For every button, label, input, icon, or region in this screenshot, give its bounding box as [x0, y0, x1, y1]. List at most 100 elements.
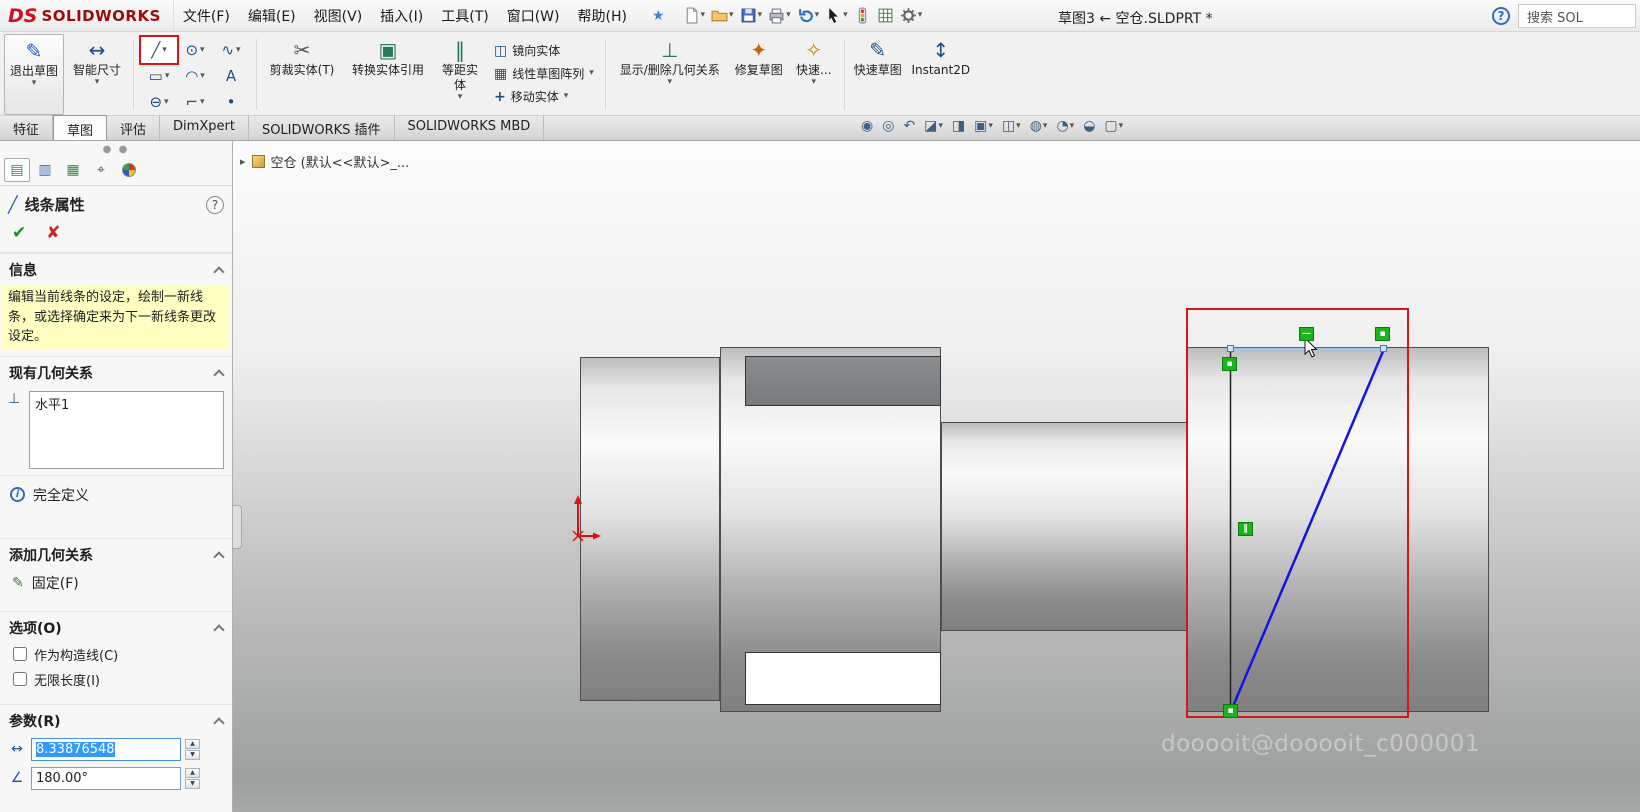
- 3d-drawing-view-icon[interactable]: ◨: [949, 117, 968, 135]
- existing-relations-header[interactable]: 现有几何关系: [0, 356, 232, 387]
- hide-show-items-icon[interactable]: ◍▾: [1027, 117, 1051, 135]
- property-manager-tab[interactable]: ▤: [4, 158, 30, 182]
- zoom-fit-icon[interactable]: ◉: [858, 117, 876, 135]
- tab-solidworks-mbd[interactable]: SOLIDWORKS MBD: [395, 115, 545, 140]
- search-input[interactable]: 搜索 SOL: [1518, 4, 1636, 28]
- configuration-manager-tab[interactable]: ▥: [32, 158, 58, 182]
- parameters-header[interactable]: 参数(R): [0, 704, 232, 735]
- relation-badge-fixed[interactable]: ▪: [1375, 327, 1390, 341]
- tab-dimxpert[interactable]: DimXpert: [160, 115, 249, 140]
- ok-button[interactable]: ✔: [12, 223, 26, 243]
- move-entities-button[interactable]: + 移动实体 ▾: [494, 88, 594, 105]
- linear-pattern-label: 线性草图阵列: [512, 65, 584, 82]
- relation-item-horizontal1[interactable]: 水平1: [31, 393, 222, 414]
- menu-insert[interactable]: 插入(I): [371, 6, 432, 26]
- tree-expand-icon[interactable]: ▸: [240, 155, 246, 168]
- options-button[interactable]: ▾: [900, 7, 923, 24]
- panel-splitter-grabber[interactable]: [233, 505, 242, 549]
- spin-down-button[interactable]: ▼: [185, 750, 200, 760]
- open-document-button[interactable]: ▾: [711, 7, 734, 24]
- infinite-length-checkbox[interactable]: [13, 672, 27, 686]
- tab-sketch[interactable]: 草图: [53, 115, 107, 140]
- point-tool[interactable]: •: [213, 89, 249, 115]
- view-settings-icon[interactable]: ▢▾: [1101, 117, 1126, 135]
- help-icon[interactable]: ?: [1492, 7, 1510, 25]
- sketch-endpoint[interactable]: [1380, 345, 1387, 352]
- trim-entities-button[interactable]: ✂ 剪裁实体(T): [262, 34, 342, 115]
- rapid-sketch-button[interactable]: ✎ 快速草图: [850, 34, 906, 115]
- infinite-length-label: 无限长度(I): [34, 670, 100, 689]
- view-orientation-icon[interactable]: ▣▾: [971, 117, 996, 135]
- model-cut-face[interactable]: [745, 356, 941, 406]
- panel-resize-handle[interactable]: ● ●: [0, 141, 232, 157]
- display-delete-relations-button[interactable]: ⊥ 显示/删除几何关系 ▾: [611, 34, 729, 115]
- menu-file[interactable]: 文件(F): [174, 6, 239, 26]
- relation-badge-coincident[interactable]: ▪: [1222, 357, 1237, 371]
- tab-features[interactable]: 特征: [0, 115, 53, 140]
- relations-listbox[interactable]: 水平1: [29, 391, 224, 469]
- display-style-icon[interactable]: ◫▾: [999, 117, 1024, 135]
- apply-scene-icon[interactable]: ◒: [1080, 117, 1098, 135]
- previous-view-icon[interactable]: ↶: [900, 117, 918, 135]
- save-button[interactable]: ▾: [740, 7, 763, 24]
- fillet-tool[interactable]: ⌐▾: [177, 89, 213, 115]
- info-section-header[interactable]: 信息: [0, 253, 232, 284]
- zoom-to-area-icon[interactable]: ◎: [879, 117, 897, 135]
- feature-tree-flyout[interactable]: ▸ 空仓 (默认<<默认>_...: [240, 152, 409, 171]
- construction-line-checkbox[interactable]: [13, 647, 27, 661]
- instant2d-button[interactable]: ↕ Instant2D: [908, 34, 974, 115]
- undo-button[interactable]: ▾: [797, 7, 820, 24]
- add-relations-header[interactable]: 添加几何关系: [0, 538, 232, 569]
- section-view-icon[interactable]: ◪▾: [921, 117, 946, 135]
- smart-dimension-button[interactable]: ↔ 智能尺寸 ▾: [66, 34, 128, 115]
- new-document-button[interactable]: ▾: [683, 7, 706, 24]
- performance-evaluation-button[interactable]: [854, 7, 871, 24]
- graphics-viewport[interactable]: ▸ 空仓 (默认<<默认>_...: [233, 141, 1640, 812]
- model-pocket-face[interactable]: [745, 652, 941, 705]
- circle-tool[interactable]: ⊙▾: [177, 37, 213, 63]
- pin-menu-icon[interactable]: ★: [652, 8, 665, 24]
- spin-up-button[interactable]: ▲: [185, 768, 200, 778]
- select-tool-button[interactable]: ▾: [825, 7, 848, 24]
- relation-badge-horizontal[interactable]: —: [1299, 327, 1314, 341]
- menu-edit[interactable]: 编辑(E): [239, 6, 305, 26]
- convert-entities-button[interactable]: ▣ 转换实体引用: [344, 34, 432, 115]
- tab-solidworks-addins[interactable]: SOLIDWORKS 插件: [249, 115, 395, 140]
- dimxpert-manager-tab[interactable]: ▦: [60, 158, 86, 182]
- text-tool[interactable]: A: [213, 63, 249, 89]
- model-segment-1[interactable]: [580, 357, 720, 701]
- mirror-entities-button[interactable]: ◫ 镜向实体: [494, 42, 594, 59]
- menu-view[interactable]: 视图(V): [305, 6, 372, 26]
- tab-evaluate[interactable]: 评估: [107, 115, 160, 140]
- model-segment-3[interactable]: [941, 422, 1187, 631]
- edit-appearance-icon[interactable]: ◔▾: [1053, 117, 1077, 135]
- slot-tool[interactable]: ⊖▾: [141, 89, 177, 115]
- linear-sketch-pattern-button[interactable]: ▦ 线性草图阵列 ▾: [494, 65, 594, 82]
- relation-badge-coincident[interactable]: ▪: [1223, 704, 1238, 718]
- menu-help[interactable]: 帮助(H): [569, 6, 636, 26]
- menu-tools[interactable]: 工具(T): [432, 6, 497, 26]
- length-input[interactable]: 8.33876548: [31, 738, 181, 761]
- spline-tool[interactable]: ∿▾: [213, 37, 249, 63]
- offset-entities-button[interactable]: ‖ 等距实体 ▾: [434, 34, 486, 115]
- display-manager-tab[interactable]: ⌖: [88, 158, 114, 182]
- rectangle-tool[interactable]: ▭▾: [141, 63, 177, 89]
- repair-sketch-button[interactable]: ✦ 修复草图: [731, 34, 787, 115]
- sketch-endpoint[interactable]: [1227, 345, 1234, 352]
- appearance-manager-tab[interactable]: [116, 158, 142, 182]
- exit-sketch-button[interactable]: ✎ 退出草图 ▾: [4, 34, 64, 115]
- design-table-button[interactable]: [877, 7, 894, 24]
- panel-help-icon[interactable]: ?: [206, 196, 224, 214]
- arc-tool[interactable]: ◠▾: [177, 63, 213, 89]
- angle-input[interactable]: 180.00°: [31, 767, 181, 790]
- rapid-snap-button[interactable]: ✧ 快速... ▾: [789, 34, 839, 115]
- spin-up-button[interactable]: ▲: [185, 739, 200, 749]
- cancel-button[interactable]: ✘: [46, 223, 60, 243]
- spin-down-button[interactable]: ▼: [185, 779, 200, 789]
- menu-window[interactable]: 窗口(W): [498, 6, 569, 26]
- print-button[interactable]: ▾: [768, 7, 791, 24]
- options-header[interactable]: 选项(O): [0, 611, 232, 642]
- line-tool[interactable]: ╱▾: [141, 37, 177, 63]
- relation-badge-vertical[interactable]: ‖: [1238, 522, 1253, 536]
- fixed-relation-button[interactable]: ✎ 固定(F): [0, 569, 232, 597]
